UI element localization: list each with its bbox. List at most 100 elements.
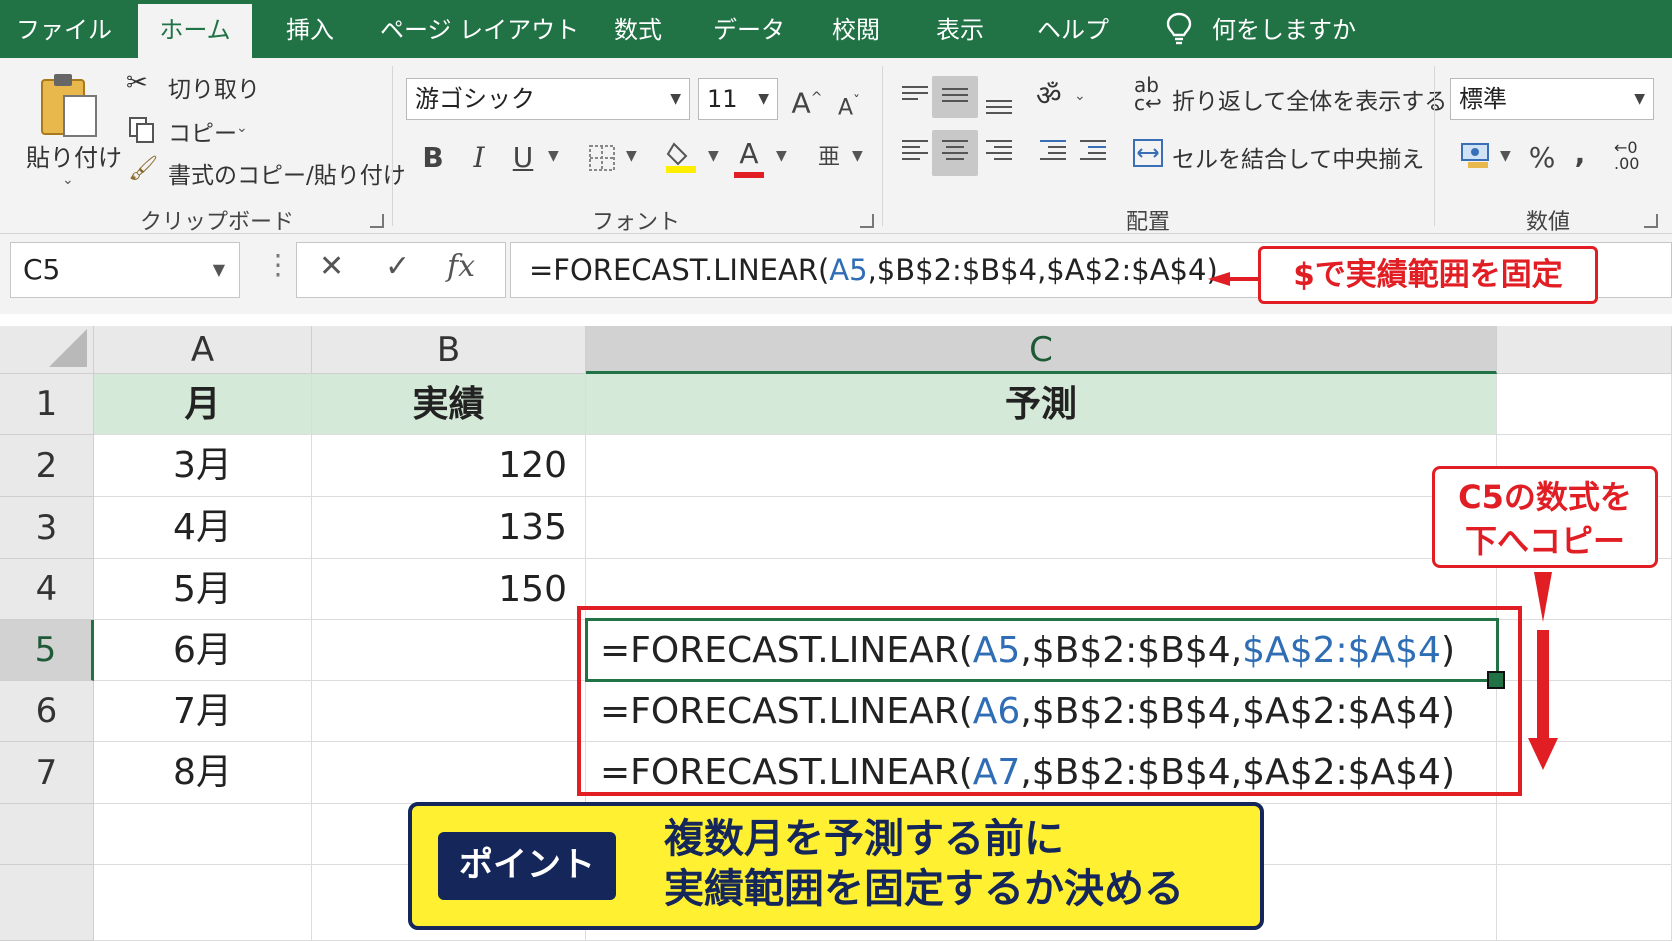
row-header-3[interactable]: 3 — [0, 497, 94, 559]
row-header-4[interactable]: 4 — [0, 559, 94, 620]
cell-b4[interactable]: 150 — [312, 559, 586, 620]
format-painter-icon[interactable]: 🖌 — [128, 154, 158, 182]
cell-a5[interactable]: 6月 — [94, 620, 312, 681]
currency-dropdown-icon[interactable]: ▼ — [1500, 148, 1511, 164]
cancel-icon[interactable]: ✕ — [319, 249, 344, 284]
phonetic-icon[interactable]: 亜 — [816, 138, 842, 178]
grow-font-button[interactable]: A^ — [790, 78, 824, 119]
wrap-text-button[interactable]: 折り返して全体を表示する — [1172, 82, 1447, 116]
italic-button[interactable]: I — [462, 138, 496, 178]
copy-dropdown-icon[interactable]: ⌄ — [236, 120, 248, 136]
cell-c1[interactable]: 予測 — [586, 374, 1497, 435]
tell-me-search[interactable]: 何をしますか — [1212, 4, 1356, 58]
decrease-indent-icon[interactable] — [1040, 140, 1066, 164]
tab-review[interactable]: 校閲 — [816, 4, 896, 58]
tab-view[interactable]: 表示 — [920, 4, 1000, 58]
borders-icon[interactable] — [588, 144, 616, 172]
bold-button[interactable]: B — [416, 138, 450, 178]
fill-color-dropdown-icon[interactable]: ▼ — [708, 148, 719, 164]
clipboard-launcher-icon[interactable] — [370, 214, 384, 228]
number-launcher-icon[interactable] — [1644, 214, 1658, 228]
cell-a6[interactable]: 7月 — [94, 681, 312, 742]
column-header-c[interactable]: C — [586, 326, 1497, 374]
row-header-7[interactable]: 7 — [0, 742, 94, 804]
name-box[interactable]: C5 ▼ — [10, 242, 240, 298]
align-top-icon[interactable] — [902, 86, 928, 104]
column-header-b[interactable]: B — [312, 326, 586, 374]
row-header-8[interactable] — [0, 804, 94, 865]
tab-data[interactable]: データ — [704, 4, 794, 58]
comma-button[interactable]: , — [1568, 134, 1592, 174]
cell-a8[interactable] — [94, 804, 312, 865]
cell-b5[interactable] — [312, 620, 586, 681]
row-header-5[interactable]: 5 — [0, 620, 94, 681]
align-right-icon[interactable] — [986, 140, 1012, 164]
underline-button[interactable]: U — [506, 138, 540, 178]
font-color-dropdown-icon[interactable]: ▼ — [776, 148, 787, 164]
currency-icon[interactable] — [1460, 140, 1492, 170]
align-left-icon[interactable] — [902, 140, 928, 164]
cell-a9[interactable] — [94, 865, 312, 941]
tab-home[interactable]: ホーム — [138, 4, 252, 58]
shrink-font-button[interactable]: Aˇ — [832, 82, 866, 122]
cell-b7[interactable] — [312, 742, 586, 804]
column-header-a[interactable]: A — [94, 326, 312, 374]
orientation-dropdown-icon[interactable]: ⌄ — [1074, 88, 1086, 104]
font-name-select[interactable]: 游ゴシック ▼ — [406, 78, 690, 120]
font-launcher-icon[interactable] — [860, 214, 874, 228]
fill-color-icon[interactable] — [666, 138, 698, 174]
enter-icon[interactable]: ✓ — [385, 249, 410, 284]
align-middle-button[interactable] — [932, 76, 978, 118]
align-center-button[interactable] — [932, 130, 978, 176]
more-options-icon[interactable]: ⋮ — [264, 248, 292, 281]
cell-a1[interactable]: 月 — [94, 374, 312, 435]
lightbulb-icon[interactable] — [1166, 12, 1192, 46]
tab-file[interactable]: ファイル — [14, 4, 114, 58]
orientation-icon[interactable]: ॐ — [1036, 76, 1062, 114]
borders-dropdown-icon[interactable]: ▼ — [626, 148, 637, 164]
cell-d5[interactable] — [1497, 620, 1672, 681]
number-format-select[interactable]: 標準 ▼ — [1450, 78, 1654, 120]
cell-c2[interactable] — [586, 435, 1497, 497]
cut-button[interactable]: 切り取り — [168, 70, 260, 104]
cell-a7[interactable]: 8月 — [94, 742, 312, 804]
tab-formulas[interactable]: 数式 — [598, 4, 678, 58]
row-header-9[interactable] — [0, 865, 94, 941]
cell-c3[interactable] — [586, 497, 1497, 559]
column-header-d[interactable] — [1497, 326, 1672, 374]
cell-d1[interactable] — [1497, 374, 1672, 435]
align-bottom-icon[interactable] — [986, 100, 1012, 118]
cell-b3[interactable]: 135 — [312, 497, 586, 559]
merge-center-button[interactable]: セルを結合して中央揃え — [1172, 140, 1424, 174]
tab-help[interactable]: ヘルプ — [1030, 4, 1116, 58]
cell-a2[interactable]: 3月 — [94, 435, 312, 497]
font-size-select[interactable]: 11 ▼ — [698, 78, 778, 120]
increase-indent-icon[interactable] — [1080, 140, 1106, 164]
format-painter-button[interactable]: 書式のコピー/貼り付け — [168, 156, 406, 190]
select-all-button[interactable] — [0, 326, 94, 374]
cell-b2[interactable]: 120 — [312, 435, 586, 497]
cell-d9[interactable] — [1497, 865, 1672, 941]
scissors-icon[interactable]: ✂ — [126, 68, 148, 98]
cell-d4[interactable] — [1497, 559, 1672, 620]
insert-function-button[interactable]: fx — [447, 249, 475, 284]
cell-d7[interactable] — [1497, 742, 1672, 804]
cell-a4[interactable]: 5月 — [94, 559, 312, 620]
underline-dropdown-icon[interactable]: ▼ — [548, 148, 559, 164]
tab-page-layout[interactable]: ページ レイアウト — [380, 4, 579, 58]
cell-d8[interactable] — [1497, 804, 1672, 865]
percent-button[interactable]: % — [1524, 138, 1560, 178]
tab-insert[interactable]: 挿入 — [270, 4, 350, 58]
copy-icon[interactable] — [128, 116, 156, 144]
merge-center-icon[interactable] — [1132, 138, 1164, 168]
row-header-1[interactable]: 1 — [0, 374, 94, 435]
increase-decimal-icon[interactable]: ←0.00 — [1614, 140, 1639, 172]
font-color-button[interactable]: A — [734, 134, 764, 174]
copy-button[interactable]: コピー — [168, 114, 237, 148]
cell-d6[interactable] — [1497, 681, 1672, 742]
wrap-text-icon[interactable]: ab c↩ — [1134, 75, 1162, 113]
paste-button[interactable]: 貼り付け — [26, 138, 122, 173]
paste-dropdown-icon[interactable]: ⌄ — [62, 172, 74, 188]
phonetic-dropdown-icon[interactable]: ▼ — [852, 148, 863, 164]
merge-dropdown-icon[interactable]: ⌄ — [1404, 146, 1416, 162]
